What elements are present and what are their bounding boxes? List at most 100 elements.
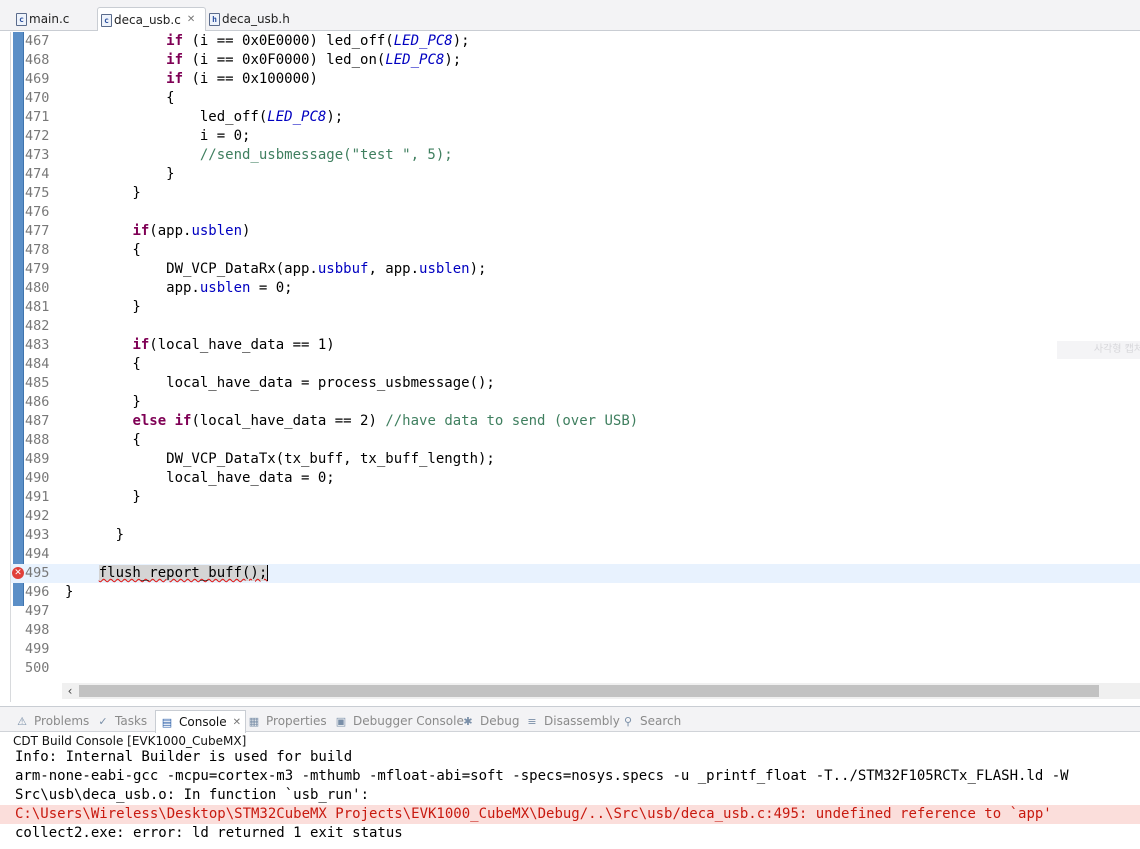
console-icon: ▤	[161, 715, 173, 729]
code-token: else if	[132, 413, 192, 429]
code-token: {	[65, 242, 141, 258]
code-line[interactable]: 469 if (i == 0x100000)	[11, 70, 1140, 89]
code-line[interactable]: 500	[11, 659, 1140, 678]
code-line[interactable]: 481 }	[11, 298, 1140, 317]
code-text[interactable]: app.usblen = 0;	[65, 279, 293, 298]
code-text[interactable]: {	[65, 431, 141, 450]
console-view[interactable]: CDT Build Console [EVK1000_CubeMX] Info:…	[0, 733, 1140, 849]
code-token: //send_usbmessage("test ", 5);	[199, 147, 453, 163]
code-text[interactable]: if(local_have_data == 1)	[65, 336, 335, 355]
code-line[interactable]: 498	[11, 621, 1140, 640]
close-icon[interactable]: ✕	[233, 717, 241, 728]
code-text[interactable]: {	[65, 241, 141, 260]
code-line[interactable]: 475 }	[11, 184, 1140, 203]
code-text[interactable]: DW_VCP_DataTx(tx_buff, tx_buff_length);	[65, 450, 495, 469]
editor-tab-deca_usb-h[interactable]: h deca_usb.h	[206, 7, 296, 31]
code-token: (local_have_data == 1)	[149, 337, 335, 353]
code-line[interactable]: 489 DW_VCP_DataTx(tx_buff, tx_buff_lengt…	[11, 450, 1140, 469]
line-number: 492	[25, 508, 50, 524]
code-line[interactable]: 491 }	[11, 488, 1140, 507]
code-line[interactable]: 476	[11, 203, 1140, 222]
code-token: LED_PC8	[267, 109, 327, 125]
close-icon[interactable]: ✕	[187, 14, 195, 25]
code-text[interactable]: {	[65, 89, 174, 108]
code-line[interactable]: 497	[11, 602, 1140, 621]
code-text[interactable]: }	[65, 393, 141, 412]
code-text[interactable]: if (i == 0x0F0000) led_on(LED_PC8);	[65, 51, 461, 70]
code-line[interactable]: 468 if (i == 0x0F0000) led_on(LED_PC8);	[11, 51, 1140, 70]
code-text[interactable]: local_have_data = 0;	[65, 469, 335, 488]
panel-tab-tasks[interactable]: ✓ Tasks	[96, 711, 147, 731]
code-text[interactable]: led_off(LED_PC8);	[65, 108, 343, 127]
panel-tab-properties[interactable]: ▦ Properties	[247, 711, 327, 731]
code-text[interactable]: if(app.usblen)	[65, 222, 250, 241]
disassembly-icon: ≡	[527, 714, 537, 728]
code-line[interactable]: 478 {	[11, 241, 1140, 260]
code-line[interactable]: ✕ 495 flush_report_buff();	[11, 564, 1140, 583]
code-token: flush_report_buff();	[98, 565, 268, 581]
code-line[interactable]: 472 i = 0;	[11, 127, 1140, 146]
code-token: }	[65, 166, 175, 182]
editor-tab-deca_usb-c[interactable]: c deca_usb.c ✕	[97, 7, 207, 31]
line-number: 490	[25, 470, 50, 486]
code-line[interactable]: 482	[11, 317, 1140, 336]
code-line[interactable]: 493 }	[11, 526, 1140, 545]
code-token: {	[65, 432, 141, 448]
error-marker-icon[interactable]: ✕	[12, 567, 24, 579]
code-line[interactable]: 484 {	[11, 355, 1140, 374]
code-token: (local_have_data == 2)	[191, 413, 386, 429]
code-line[interactable]: 486 }	[11, 393, 1140, 412]
code-text[interactable]: if (i == 0x100000)	[65, 70, 318, 89]
code-token: usblen	[191, 223, 243, 239]
code-line[interactable]: 471 led_off(LED_PC8);	[11, 108, 1140, 127]
code-line[interactable]: 480 app.usblen = 0;	[11, 279, 1140, 298]
code-line[interactable]: 490 local_have_data = 0;	[11, 469, 1140, 488]
code-text[interactable]: }	[65, 165, 175, 184]
horizontal-scrollbar[interactable]: ‹	[62, 683, 1140, 699]
code-line[interactable]: 499	[11, 640, 1140, 659]
panel-tab-console[interactable]: ▤ Console ✕	[155, 710, 247, 733]
code-line[interactable]: 483 if(local_have_data == 1)	[11, 336, 1140, 355]
line-number: 478	[25, 242, 50, 258]
code-line[interactable]: 492	[11, 507, 1140, 526]
code-text[interactable]: local_have_data = process_usbmessage();	[65, 374, 495, 393]
code-line[interactable]: 485 local_have_data = process_usbmessage…	[11, 374, 1140, 393]
problems-icon: ⚠	[17, 714, 27, 728]
code-line[interactable]: 494	[11, 545, 1140, 564]
code-token: }	[65, 394, 141, 410]
scrollbar-thumb[interactable]	[79, 685, 1099, 697]
code-text[interactable]: else if(local_have_data == 2) //have dat…	[65, 412, 638, 431]
code-line[interactable]: 479 DW_VCP_DataRx(app.usbbuf, app.usblen…	[11, 260, 1140, 279]
code-text[interactable]: }	[65, 583, 73, 602]
panel-tab-disassembly[interactable]: ≡ Disassembly	[525, 711, 619, 731]
panel-tab-problems[interactable]: ⚠ Problems	[15, 711, 89, 731]
scroll-left-icon[interactable]: ‹	[64, 683, 76, 699]
code-text[interactable]: }	[65, 488, 140, 507]
code-line[interactable]: 470 {	[11, 89, 1140, 108]
code-line[interactable]: 496}	[11, 583, 1140, 602]
code-line[interactable]: 467 if (i == 0x0E0000) led_off(LED_PC8);	[11, 32, 1140, 51]
code-line[interactable]: 487 else if(local_have_data == 2) //have…	[11, 412, 1140, 431]
panel-tab-debugger-console[interactable]: ▣ Debugger Console	[334, 711, 464, 731]
code-line[interactable]: 474 }	[11, 165, 1140, 184]
code-line[interactable]: 477 if(app.usblen)	[11, 222, 1140, 241]
code-text[interactable]: }	[65, 526, 124, 545]
code-text[interactable]: if (i == 0x0E0000) led_off(LED_PC8);	[65, 32, 469, 51]
code-text[interactable]: }	[65, 184, 140, 203]
line-number: 480	[25, 280, 50, 296]
code-text[interactable]: {	[65, 355, 140, 374]
code-text[interactable]: i = 0;	[65, 127, 251, 146]
code-line[interactable]: 488 {	[11, 431, 1140, 450]
panel-tab-search[interactable]: ⚲ Search	[621, 711, 681, 731]
code-token: = 0;	[250, 280, 293, 296]
code-text[interactable]: //send_usbmessage("test ", 5);	[65, 146, 453, 165]
code-text[interactable]: DW_VCP_DataRx(app.usbbuf, app.usblen);	[65, 260, 486, 279]
panel-tab-bar: ⚠ Problems ✓ Tasks ▤ Console ✕ ▦ Properties ▣ Debu…	[0, 706, 1140, 733]
editor-tab-bar: c main.c c deca_usb.c ✕ h deca_usb.h	[0, 0, 1140, 31]
editor-tab-main-c[interactable]: c main.c	[13, 7, 75, 31]
code-line[interactable]: 473 //send_usbmessage("test ", 5);	[11, 146, 1140, 165]
code-editor[interactable]: 사각형 캡처 467 if (i == 0x0E0000) led_off(LE…	[10, 32, 1140, 702]
panel-tab-debug[interactable]: ✱ Debug	[461, 711, 519, 731]
code-text[interactable]: flush_report_buff();	[65, 564, 269, 583]
code-text[interactable]: }	[65, 298, 140, 317]
